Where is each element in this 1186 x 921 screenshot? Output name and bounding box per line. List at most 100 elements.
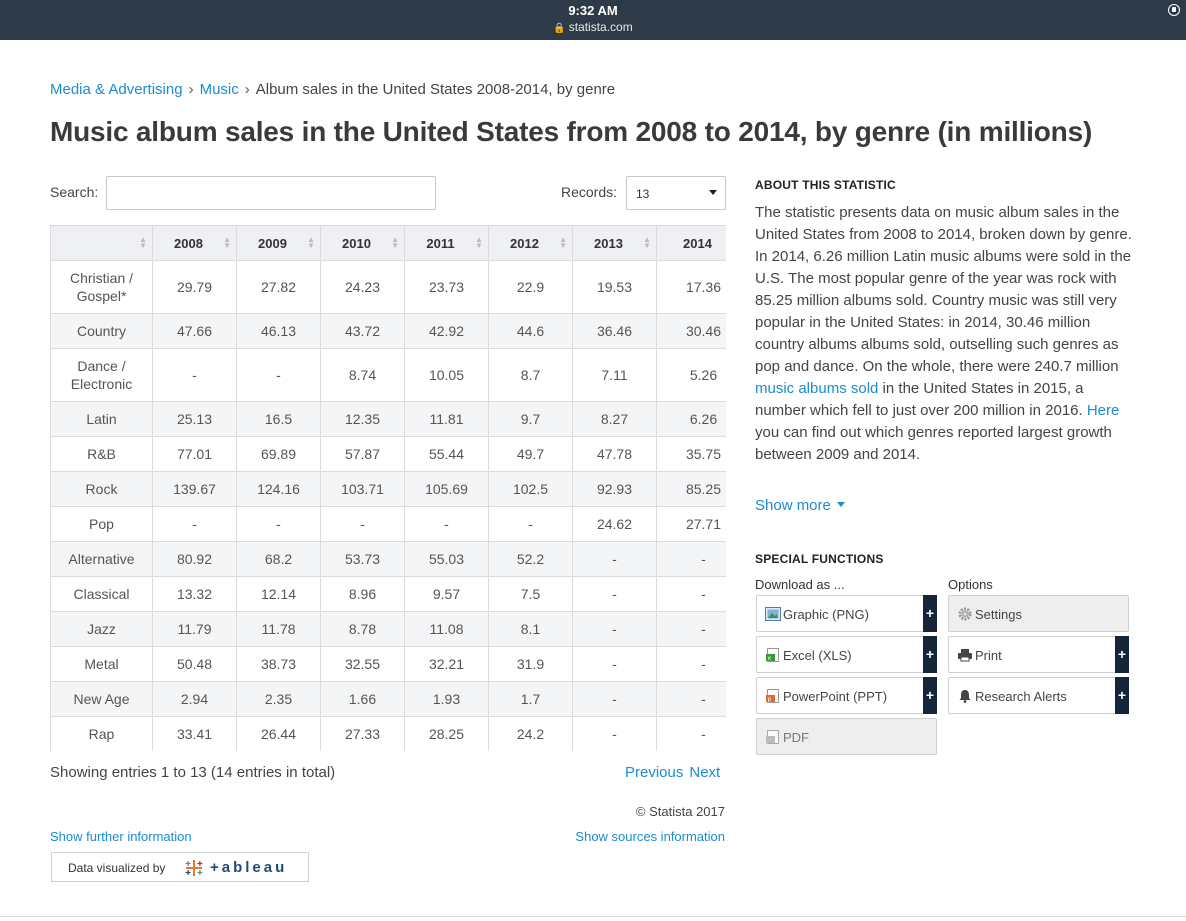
tableau-badge[interactable]: Data visualized by +ableau xyxy=(51,852,309,882)
records-select[interactable]: 13 xyxy=(626,176,726,210)
bell-icon xyxy=(959,690,971,703)
value-cell: 69.89 xyxy=(236,436,321,472)
settings-button[interactable]: Settings xyxy=(948,595,1129,632)
powerpoint-file-icon: p xyxy=(766,689,779,703)
status-bar: 9:32 AM 🔒 statista.com xyxy=(0,0,1186,40)
show-more-button[interactable]: Show more xyxy=(755,497,845,514)
divider xyxy=(0,916,1186,917)
value-cell: 32.55 xyxy=(320,646,405,682)
value-cell: 52.2 xyxy=(488,541,573,577)
value-cell: - xyxy=(656,646,726,682)
value-cell: 27.71 xyxy=(656,506,726,542)
printer-icon xyxy=(958,649,972,662)
breadcrumb-music[interactable]: Music xyxy=(200,81,239,98)
value-cell: 7.5 xyxy=(488,576,573,612)
column-header-label: 2013 xyxy=(594,235,623,251)
sort-arrows-icon: ▲ ▼ xyxy=(223,235,231,250)
column-header-label: 2008 xyxy=(174,235,203,251)
about-heading: ABOUT THIS STATISTIC xyxy=(755,178,896,192)
column-header-year[interactable]: 2014 xyxy=(656,225,726,261)
value-cell: 24.23 xyxy=(320,260,405,314)
value-cell: 50.48 xyxy=(152,646,237,682)
sort-arrows-icon: ▲ ▼ xyxy=(643,235,651,250)
value-cell: 35.75 xyxy=(656,436,726,472)
music-albums-sold-link[interactable]: music albums sold xyxy=(755,380,878,397)
value-cell: 105.69 xyxy=(404,471,489,507)
print-button[interactable]: Print + xyxy=(948,636,1129,673)
value-cell: 23.73 xyxy=(404,260,489,314)
address-url[interactable]: 🔒 statista.com xyxy=(0,20,1186,34)
value-cell: 12.14 xyxy=(236,576,321,612)
value-cell: 68.2 xyxy=(236,541,321,577)
column-header-genre[interactable]: ▲ ▼ xyxy=(50,225,153,261)
plus-icon[interactable]: + xyxy=(1115,677,1129,714)
table-row: New Age 2.94 2.35 1.66 1.93 1.7- - xyxy=(50,681,726,717)
value-cell: - xyxy=(320,506,405,542)
breadcrumb-media-advertising[interactable]: Media & Advertising xyxy=(50,81,183,98)
value-cell: 85.25 xyxy=(656,471,726,507)
data-table-container[interactable]: ▲ ▼ 2008 ▲ ▼ 2009 ▲ ▼ 2010 ▲ ▼ 2011 ▲ ▼ 2012 ▲ ▼ 2013 ▲ ▼ 20… xyxy=(50,225,726,751)
download-pdf-button[interactable]: PDF xyxy=(756,718,937,755)
column-header-year[interactable]: 2012 ▲ ▼ xyxy=(488,225,573,261)
value-cell: 53.73 xyxy=(320,541,405,577)
value-cell: 49.7 xyxy=(488,436,573,472)
column-header-year[interactable]: 2010 ▲ ▼ xyxy=(320,225,405,261)
value-cell: - xyxy=(572,541,657,577)
value-cell: 139.67 xyxy=(152,471,237,507)
show-sources-information-link[interactable]: Show sources information xyxy=(575,829,725,844)
records-label: Records: xyxy=(561,184,618,200)
download-ppt-button[interactable]: p PowerPoint (PPT) + xyxy=(756,677,937,714)
table-row: R&B 77.01 69.89 57.87 55.44 49.7 47.78 35.75 xyxy=(50,436,726,472)
research-alerts-button[interactable]: Research Alerts + xyxy=(948,677,1129,714)
value-cell: 28.25 xyxy=(404,716,489,751)
value-cell: 8.74 xyxy=(320,348,405,402)
plus-icon[interactable]: + xyxy=(923,595,937,632)
value-cell: 11.81 xyxy=(404,401,489,437)
value-cell: 8.7 xyxy=(488,348,573,402)
value-cell: 77.01 xyxy=(152,436,237,472)
tableau-caption: Data visualized by xyxy=(68,861,166,875)
column-header-label: 2014 xyxy=(683,235,712,251)
value-cell: 124.16 xyxy=(236,471,321,507)
table-row: Classical 13.32 12.14 8.96 9.57 7.5- - xyxy=(50,576,726,612)
value-cell: - xyxy=(236,348,321,402)
value-cell: 44.6 xyxy=(488,313,573,349)
plus-icon[interactable]: + xyxy=(1115,636,1129,673)
column-header-year[interactable]: 2009 ▲ ▼ xyxy=(236,225,321,261)
value-cell: 17.36 xyxy=(656,260,726,314)
table-row: Jazz 11.79 11.78 8.78 11.08 8.1- - xyxy=(50,611,726,647)
download-label: Download as ... xyxy=(755,577,845,592)
show-further-information-link[interactable]: Show further information xyxy=(50,829,192,844)
value-cell: 26.44 xyxy=(236,716,321,751)
value-cell: 38.73 xyxy=(236,646,321,682)
column-header-year[interactable]: 2011 ▲ ▼ xyxy=(404,225,489,261)
previous-button[interactable]: Previous xyxy=(625,764,683,781)
column-header-year[interactable]: 2008 ▲ ▼ xyxy=(152,225,237,261)
download-png-label: Graphic (PNG) xyxy=(783,607,869,622)
value-cell: 9.7 xyxy=(488,401,573,437)
research-alerts-label: Research Alerts xyxy=(975,689,1067,704)
plus-icon[interactable]: + xyxy=(923,636,937,673)
next-button[interactable]: Next xyxy=(689,764,720,781)
about-text-part: you can find out which genres reported l… xyxy=(755,424,1112,463)
value-cell: 27.33 xyxy=(320,716,405,751)
url-text: statista.com xyxy=(568,20,633,34)
here-link[interactable]: Here xyxy=(1087,402,1120,419)
search-input[interactable] xyxy=(106,176,436,210)
genre-cell: Metal xyxy=(50,646,153,682)
value-cell: 36.46 xyxy=(572,313,657,349)
download-png-button[interactable]: Graphic (PNG) + xyxy=(756,595,937,632)
value-cell: 24.62 xyxy=(572,506,657,542)
download-xls-button[interactable]: x Excel (XLS) + xyxy=(756,636,937,673)
plus-icon[interactable]: + xyxy=(923,677,937,714)
svg-text:x: x xyxy=(768,655,772,662)
value-cell: 55.03 xyxy=(404,541,489,577)
column-header-year[interactable]: 2013 ▲ ▼ xyxy=(572,225,657,261)
value-cell: 32.21 xyxy=(404,646,489,682)
genre-cell: Rap xyxy=(50,716,153,751)
about-text-part: The statistic presents data on music alb… xyxy=(755,204,1132,375)
breadcrumb-separator: › xyxy=(188,81,194,98)
table-row: Alternative 80.92 68.2 53.73 55.03 52.2- - xyxy=(50,541,726,577)
sort-arrows-icon: ▲ ▼ xyxy=(475,235,483,250)
value-cell: - xyxy=(572,716,657,751)
